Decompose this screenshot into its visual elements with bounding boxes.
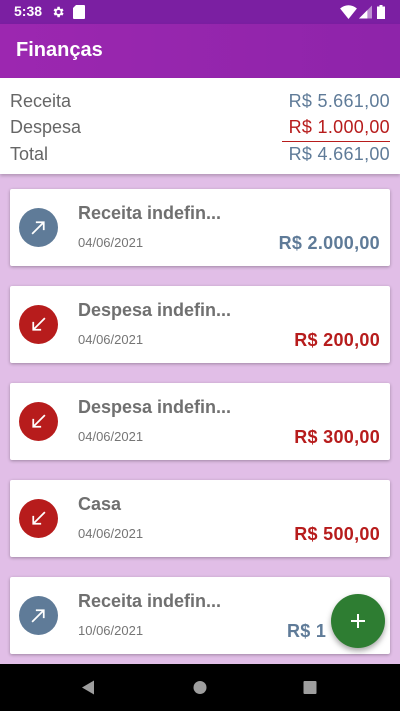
expense-icon: [19, 499, 58, 538]
sum-divider: [282, 141, 390, 142]
app-title: Finanças: [16, 39, 103, 61]
expense-icon: [19, 402, 58, 441]
transaction-date: 04/06/2021: [78, 526, 144, 541]
status-time: 5:38: [14, 3, 43, 19]
app-bar: Finanças: [0, 24, 400, 78]
status-bar: 5:38: [0, 0, 400, 24]
expense-total: R$ 1.000,00: [288, 117, 390, 137]
transaction-amount: R$ 200,00: [294, 330, 380, 350]
wifi-icon: [340, 5, 357, 19]
home-icon[interactable]: [193, 680, 207, 695]
expense-label: Despesa: [10, 117, 82, 137]
transaction-card[interactable]: Casa 04/06/2021 R$ 500,00: [10, 480, 390, 557]
transaction-card[interactable]: Receita indefin... 04/06/2021 R$ 2.000,0…: [10, 189, 390, 266]
summary-panel: Receita R$ 5.661,00 Despesa R$ 1.000,00 …: [0, 78, 400, 174]
transaction-date: 04/06/2021: [78, 235, 144, 250]
signal-icon: [359, 5, 372, 19]
transaction-amount: R$ 2.000,00: [278, 233, 380, 253]
transaction-amount: R$ 500,00: [294, 524, 380, 544]
income-icon: [19, 596, 58, 635]
transaction-date: 04/06/2021: [78, 429, 144, 444]
transaction-amount: R$ 1: [287, 621, 327, 641]
transaction-card[interactable]: Despesa indefin... 04/06/2021 R$ 200,00: [10, 286, 390, 363]
navigation-bar: [0, 664, 400, 711]
sd-card-icon: [73, 5, 85, 19]
transaction-name: Receita indefin...: [78, 203, 222, 223]
transaction-date: 10/06/2021: [78, 623, 144, 638]
transaction-list[interactable]: Receita indefin... 04/06/2021 R$ 2.000,0…: [0, 174, 400, 664]
transaction-name: Receita indefin...: [78, 591, 222, 611]
settings-icon: [53, 6, 64, 18]
back-icon[interactable]: [81, 680, 95, 695]
transaction-name: Despesa indefin...: [78, 300, 232, 320]
income-total: R$ 5.661,00: [288, 91, 390, 111]
recents-icon[interactable]: [303, 680, 317, 695]
add-icon: [351, 614, 365, 628]
total-label: Total: [10, 144, 49, 164]
add-transaction-button[interactable]: [331, 594, 385, 648]
transaction-card[interactable]: Despesa indefin... 04/06/2021 R$ 300,00: [10, 383, 390, 460]
battery-icon: [377, 5, 385, 19]
income-label: Receita: [10, 91, 72, 111]
transaction-name: Despesa indefin...: [78, 397, 232, 417]
transaction-name: Casa: [78, 494, 122, 514]
income-icon: [19, 208, 58, 247]
transaction-amount: R$ 300,00: [294, 427, 380, 447]
balance-total: R$ 4.661,00: [288, 144, 390, 164]
transaction-date: 04/06/2021: [78, 332, 144, 347]
expense-icon: [19, 305, 58, 344]
